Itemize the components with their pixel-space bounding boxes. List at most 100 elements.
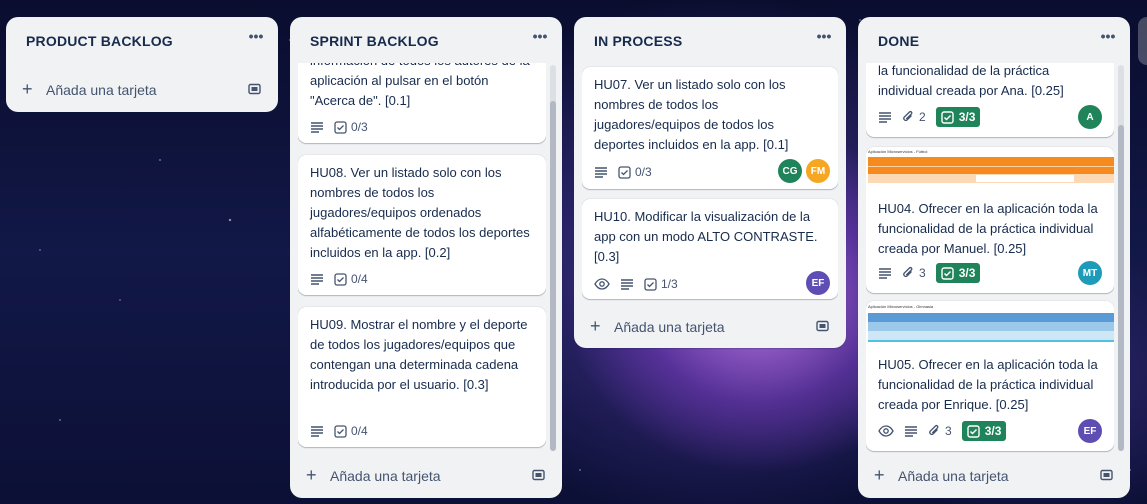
description-icon [878,110,892,124]
more-icon[interactable]: ••• [1096,29,1120,49]
list-title[interactable]: DONE [878,33,919,49]
attachment-count: 3 [945,424,952,438]
card-cover-image: Aplicación Microservicios - Fútbol [866,147,1114,191]
checklist-count: 0/4 [351,272,368,286]
template-icon[interactable] [1100,468,1114,487]
checklist-icon [618,165,631,179]
plus-icon: + [874,465,885,485]
attachment-icon [903,110,913,122]
cover-table [868,313,1114,342]
checklist-icon [940,110,954,124]
card-title: HU04. Ofrecer en la aplicación toda la f… [878,201,1098,256]
list-header: SPRINT BACKLOG ••• [290,17,562,63]
card-hu09[interactable]: HU09. Mostrar el nombre y el deporte de … [298,307,546,447]
template-icon[interactable] [532,468,546,487]
card-badges: 0/3 [594,162,652,182]
more-icon[interactable]: ••• [528,29,552,49]
description-icon [310,272,324,286]
scroll-thumb[interactable] [1118,125,1124,451]
attachment-icon [903,266,913,278]
checklist-badge: 3/3 [935,107,981,127]
avatar[interactable]: EF [806,271,830,295]
checklist-count: 0/3 [351,120,368,134]
card-hu05[interactable]: Aplicación Microservicios - Gimnasia HU0… [866,301,1114,451]
add-list-button-partial[interactable] [1138,17,1147,65]
list-done: DONE ••• la funcionalidad de la práctica… [858,17,1130,498]
card-title: la funcionalidad de la práctica individu… [878,63,1064,98]
card-hu07[interactable]: HU07. Ver un listado solo con los nombre… [582,67,838,189]
list-product-backlog: PRODUCT BACKLOG ••• + Añada una tarjeta [6,17,278,112]
card-badges: 3 3/3 [878,421,1007,441]
attachment-count: 2 [919,110,926,124]
watch-icon [878,424,894,438]
card-badges: 2 3/3 [878,107,981,127]
avatar[interactable]: EF [1078,419,1102,443]
template-icon[interactable] [248,82,262,101]
add-card-label: Añada una tarjeta [614,319,725,335]
card-badges: 0/3 [310,117,368,137]
add-card-button[interactable]: + Añada una tarjeta [14,74,270,106]
checklist-icon [334,272,347,286]
add-card-label: Añada una tarjeta [46,82,157,98]
checklist-icon [334,424,347,438]
cover-table [868,157,1114,183]
card-badges: 0/4 [310,421,368,441]
checklist-icon [334,120,347,134]
scroll-thumb[interactable] [550,101,556,451]
list-title[interactable]: PRODUCT BACKLOG [26,33,173,49]
list-header: PRODUCT BACKLOG ••• [6,17,278,63]
checklist-badge: 0/4 [334,272,368,286]
card-cover-image: Aplicación Microservicios - Gimnasia [866,301,1114,347]
list-scrollbar[interactable] [1118,65,1124,451]
checklist-count: 3/3 [984,424,1002,438]
card-hu04[interactable]: Aplicación Microservicios - Fútbol HU04.… [866,147,1114,293]
more-icon[interactable]: ••• [812,29,836,49]
cover-caption: Aplicación Microservicios - Gimnasia [868,304,934,309]
description-icon [878,266,892,280]
list-scrollbar[interactable] [550,65,556,451]
avatar[interactable]: FM [806,159,830,183]
card-title: HU10. Modificar la visualización de la a… [594,209,818,264]
attachment-icon [929,424,939,436]
plus-icon: + [306,465,317,485]
watch-icon [594,277,610,291]
checklist-badge: 0/3 [618,165,652,179]
add-card-button[interactable]: + Añada una tarjeta [298,460,554,492]
checklist-count: 3/3 [958,266,976,280]
list-title[interactable]: IN PROCESS [594,33,682,49]
more-icon[interactable]: ••• [244,29,268,49]
card-hu-ana[interactable]: la funcionalidad de la práctica individu… [866,63,1114,137]
checklist-count: 0/4 [351,424,368,438]
plus-icon: + [590,316,601,336]
checklist-icon [966,424,980,438]
checklist-count: 1/3 [661,277,678,291]
checklist-badge: 0/4 [334,424,368,438]
add-card-button[interactable]: + Añada una tarjeta [582,311,838,343]
card-badges: 0/4 [310,269,368,289]
description-icon [594,165,608,179]
avatar[interactable]: CG [778,159,802,183]
card-acerca-de[interactable]: información de todos los autores de la a… [298,63,546,143]
card-badges: 1/3 [594,274,678,294]
add-card-label: Añada una tarjeta [330,468,441,484]
cover-caption: Aplicación Microservicios - Fútbol [868,149,928,154]
attachment-badge: 3 [902,266,926,280]
card-title: HU05. Ofrecer en la aplicación toda la f… [878,357,1098,412]
list-title[interactable]: SPRINT BACKLOG [310,33,439,49]
plus-icon: + [22,79,33,99]
checklist-count: 3/3 [958,110,976,124]
checklist-badge: 1/3 [644,277,678,291]
card-hu08[interactable]: HU08. Ver un listado solo con los nombre… [298,155,546,295]
card-title: información de todos los autores de la a… [310,63,530,108]
template-icon[interactable] [816,319,830,338]
list-in-process: IN PROCESS ••• HU07. Ver un listado solo… [574,17,846,348]
card-hu10[interactable]: HU10. Modificar la visualización de la a… [582,199,838,299]
checklist-count: 0/3 [635,165,652,179]
card-badges: 3 3/3 [878,263,981,283]
card-list: HU07. Ver un listado solo con los nombre… [582,63,838,305]
add-card-button[interactable]: + Añada una tarjeta [866,460,1122,492]
avatar[interactable]: A [1078,105,1102,129]
checklist-icon [940,266,954,280]
card-list: la funcionalidad de la práctica individu… [866,63,1114,453]
avatar[interactable]: MT [1078,261,1102,285]
